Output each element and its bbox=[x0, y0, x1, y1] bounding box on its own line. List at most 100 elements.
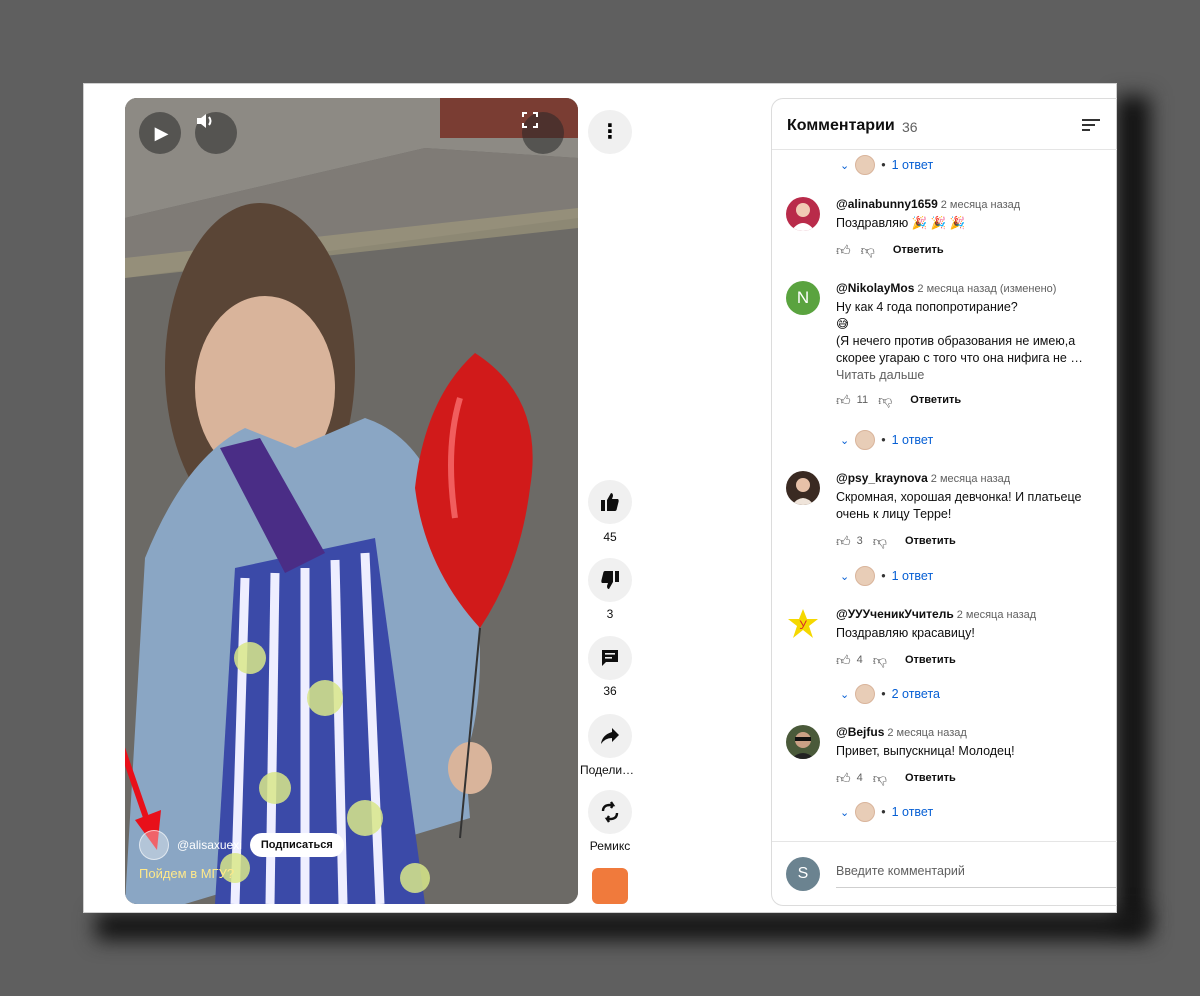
share-button[interactable] bbox=[588, 714, 632, 758]
thumb-down-icon[interactable]: 👎︎ bbox=[873, 652, 887, 669]
comments-header: Комментарии 36 bbox=[772, 99, 1117, 150]
comment-body: @УУУченикУчитель 2 месяца назад Поздравля… bbox=[836, 607, 1106, 669]
comment-author[interactable]: @Bejfus 2 месяца назад bbox=[836, 725, 1106, 739]
channel-avatar[interactable] bbox=[139, 830, 169, 860]
share-icon bbox=[601, 728, 619, 744]
reply-avatar bbox=[855, 430, 876, 450]
reply-button[interactable]: Ответить bbox=[905, 772, 956, 784]
thumb-down-icon bbox=[601, 571, 619, 589]
avatar[interactable] bbox=[786, 471, 820, 505]
comment-icon bbox=[602, 650, 618, 666]
replies-toggle[interactable]: ⌄ • 2 ответа bbox=[840, 684, 940, 704]
volume-button[interactable] bbox=[195, 112, 237, 154]
comment-time: 2 месяца назад bbox=[940, 199, 1021, 211]
shorts-page: ▶ @alisaxuexi Подписаться Пойдем в МГУ? … bbox=[84, 84, 1117, 912]
like-count: 4 bbox=[856, 772, 863, 784]
thumb-down-icon[interactable]: 👎︎ bbox=[878, 392, 892, 409]
comment-time: 2 месяца назад bbox=[956, 609, 1037, 621]
comment-body: @Bejfus 2 месяца назад Привет, выпускница… bbox=[836, 725, 1106, 787]
comment-text: Ну как 4 года попопротирание? 😅 (Я нечег… bbox=[836, 300, 1083, 365]
thumb-up-icon[interactable]: 👍︎ bbox=[836, 652, 851, 669]
replies-toggle[interactable]: ⌄ • 1 ответ bbox=[840, 155, 933, 175]
comment-time: 2 месяца назад (изменено) bbox=[917, 283, 1057, 295]
avatar[interactable] bbox=[786, 725, 820, 759]
thumb-down-icon[interactable]: 👎︎ bbox=[873, 533, 887, 550]
thumb-up-icon bbox=[601, 493, 619, 511]
chevron-down-icon: ⌄ bbox=[840, 806, 850, 819]
more-vert-icon: ⋮ bbox=[600, 121, 620, 143]
reply-button[interactable]: Ответить bbox=[905, 535, 956, 547]
chevron-down-icon: ⌄ bbox=[840, 570, 850, 583]
avatar-image bbox=[791, 732, 815, 759]
video-player[interactable]: ▶ @alisaxuexi Подписаться Пойдем в МГУ? bbox=[125, 98, 578, 904]
thumb-up-icon[interactable]: 👍︎ bbox=[836, 770, 851, 787]
chevron-down-icon: ⌄ bbox=[840, 434, 850, 447]
replies-count: 1 ответ bbox=[891, 569, 934, 583]
comments-button[interactable] bbox=[588, 636, 632, 680]
sort-icon[interactable] bbox=[1082, 116, 1100, 134]
comment-time: 2 месяца назад bbox=[887, 727, 967, 739]
comments-panel: Комментарии 36 ⌄ • 1 ответ @alinabunny16… bbox=[771, 98, 1117, 906]
comment-input[interactable]: Введите комментарий bbox=[836, 864, 1116, 888]
comments-title: Комментарии bbox=[787, 117, 895, 134]
replies-toggle[interactable]: ⌄ • 1 ответ bbox=[840, 802, 933, 822]
dot-separator: • bbox=[881, 158, 886, 172]
like-button[interactable] bbox=[588, 480, 632, 524]
comment-body: @alinabunny1659 2 месяца назад Поздравляю… bbox=[836, 197, 1106, 259]
comment-actions: 👍︎ 3 👎︎ Ответить bbox=[836, 532, 1106, 550]
dot-separator: • bbox=[881, 569, 886, 583]
chevron-down-icon: ⌄ bbox=[840, 159, 850, 172]
dislike-button[interactable] bbox=[588, 558, 632, 602]
avatar[interactable] bbox=[786, 197, 820, 231]
comment-text: Скромная, хорошая девчонка! И платьеце о… bbox=[836, 490, 1082, 521]
replies-count: 1 ответ bbox=[891, 158, 934, 172]
reply-button[interactable]: Ответить bbox=[893, 244, 944, 256]
reply-button[interactable]: Ответить bbox=[910, 394, 961, 406]
avatar-image: У bbox=[788, 609, 818, 638]
like-count: 4 bbox=[856, 654, 863, 666]
video-caption[interactable]: Пойдем в МГУ? bbox=[139, 866, 234, 881]
avatar[interactable]: N bbox=[786, 281, 820, 315]
comment-body: @NikolayMos 2 месяца назад (изменено) Ну … bbox=[836, 281, 1106, 409]
comment-actions: 👍︎ 11 👎︎ Ответить bbox=[836, 391, 1106, 409]
read-more-link[interactable]: Читать дальше bbox=[836, 368, 1106, 382]
speaker-icon bbox=[197, 114, 212, 128]
fullscreen-button[interactable] bbox=[522, 112, 564, 154]
share-label: Поделиться bbox=[580, 763, 638, 777]
remix-button[interactable] bbox=[588, 790, 632, 834]
avatar[interactable]: У bbox=[786, 607, 820, 641]
thumb-up-icon[interactable]: 👍︎ bbox=[836, 242, 851, 259]
more-options-button[interactable]: ⋮ bbox=[588, 110, 632, 154]
thumb-up-icon[interactable]: 👍︎ bbox=[836, 533, 851, 550]
replies-toggle[interactable]: ⌄ • 1 ответ bbox=[840, 430, 933, 450]
comment-text: Поздравляю 🎉 🎉 🎉 bbox=[836, 216, 966, 230]
remix-icon bbox=[601, 801, 619, 823]
svg-text:У: У bbox=[799, 618, 807, 632]
reply-avatar bbox=[855, 802, 876, 822]
reply-button[interactable]: Ответить bbox=[905, 654, 956, 666]
comment-actions: 👍︎ 👎︎ Ответить bbox=[836, 241, 1106, 259]
sound-thumbnail[interactable] bbox=[592, 868, 628, 904]
comment-author[interactable]: @psy_kraynova 2 месяца назад bbox=[836, 471, 1106, 485]
reply-avatar bbox=[855, 155, 876, 175]
avatar-image bbox=[792, 478, 814, 505]
remix-label: Ремикс bbox=[589, 839, 631, 853]
comment-author[interactable]: @alinabunny1659 2 месяца назад bbox=[836, 197, 1106, 211]
channel-row: @alisaxuexi Подписаться bbox=[139, 830, 344, 860]
play-button[interactable]: ▶ bbox=[139, 112, 181, 154]
thumb-down-icon[interactable]: 👎︎ bbox=[873, 770, 887, 787]
channel-name[interactable]: @alisaxuexi bbox=[177, 838, 242, 852]
comment-count: 36 bbox=[603, 684, 617, 698]
chevron-down-icon: ⌄ bbox=[840, 688, 850, 701]
comment-body: @psy_kraynova 2 месяца назад Скромная, хо… bbox=[836, 471, 1106, 550]
comment-author[interactable]: @УУУченикУчитель 2 месяца назад bbox=[836, 607, 1106, 621]
replies-count: 2 ответа bbox=[891, 687, 941, 701]
subscribe-button[interactable]: Подписаться bbox=[249, 833, 344, 857]
thumb-up-icon[interactable]: 👍︎ bbox=[836, 392, 851, 409]
like-count: 11 bbox=[856, 394, 869, 406]
thumb-down-icon[interactable]: 👎︎ bbox=[861, 242, 875, 259]
comment-author[interactable]: @NikolayMos 2 месяца назад (изменено) bbox=[836, 281, 1106, 295]
reply-avatar bbox=[855, 684, 876, 704]
replies-toggle[interactable]: ⌄ • 1 ответ bbox=[840, 566, 933, 586]
comment-text: Поздравляю красавицу! bbox=[836, 626, 975, 640]
